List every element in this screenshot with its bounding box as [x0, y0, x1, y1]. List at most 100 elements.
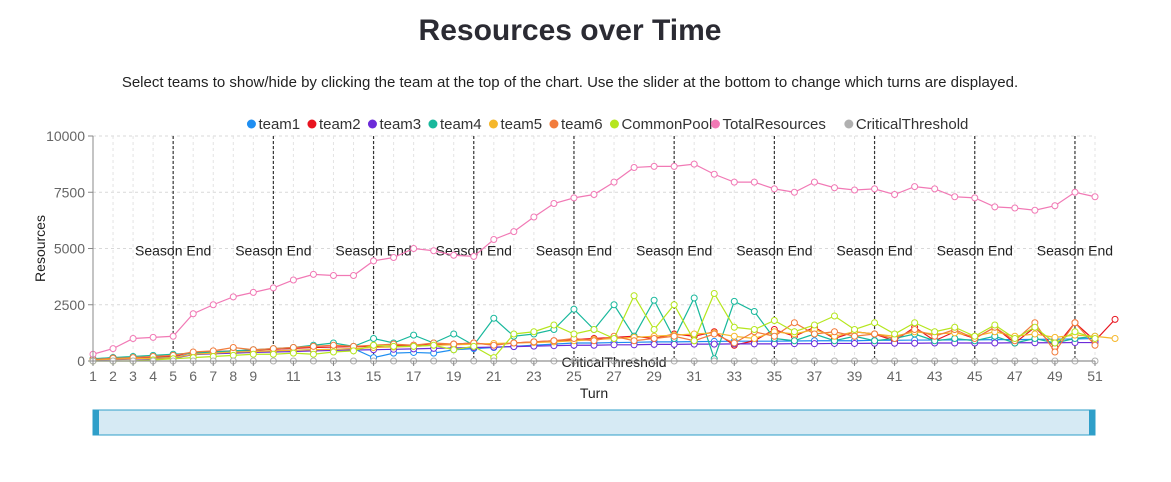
- data-point-team3: [911, 339, 919, 347]
- legend-label-TotalResources: TotalResources: [722, 116, 825, 133]
- data-point-team4: [490, 314, 498, 322]
- y-tick-label: 7500: [54, 184, 85, 200]
- data-point-team3: [710, 340, 718, 348]
- x-tick-label: 49: [1047, 368, 1063, 384]
- data-point-team5: [730, 332, 738, 340]
- data-point-team6: [830, 328, 838, 336]
- legend-item-team4[interactable]: team4: [428, 116, 482, 133]
- season-end-label: Season End: [736, 242, 812, 258]
- data-point-team6: [1091, 341, 1099, 349]
- x-tick-label: 33: [726, 368, 742, 384]
- legend-item-CommonPool[interactable]: CommonPool: [609, 116, 712, 133]
- slider-right-handle[interactable]: [1089, 410, 1095, 435]
- x-tick-label: 17: [406, 368, 422, 384]
- legend-marker-team3: [367, 119, 377, 129]
- data-point-CommonPool: [991, 321, 999, 329]
- data-point-CommonPool: [430, 341, 438, 349]
- legend-item-team3[interactable]: team3: [367, 116, 421, 133]
- y-tick-label: 2500: [54, 297, 85, 313]
- legend-marker-team4: [428, 119, 438, 129]
- data-point-team6: [810, 330, 818, 338]
- data-point-TotalResources: [991, 203, 999, 211]
- season-end-label: Season End: [937, 242, 1013, 258]
- legend-item-CriticalThreshold[interactable]: CriticalThreshold: [844, 116, 968, 133]
- data-point-CommonPool: [350, 347, 358, 355]
- season-markers: Season End Season End Season End Season End…: [135, 136, 1113, 361]
- data-point-team4: [570, 305, 578, 313]
- legend-label-team2: team2: [319, 116, 361, 133]
- data-point-team5: [750, 335, 758, 342]
- data-point-TotalResources: [109, 345, 117, 353]
- data-point-CommonPool: [590, 326, 598, 333]
- x-tick-label: 9: [249, 368, 257, 384]
- data-point-TotalResources: [350, 272, 358, 279]
- data-point-TotalResources: [289, 276, 297, 284]
- data-point-CommonPool: [750, 326, 758, 333]
- data-point-CommonPool: [329, 348, 337, 356]
- x-tick-label: 8: [229, 368, 237, 384]
- data-point-CommonPool: [570, 330, 578, 338]
- data-point-TotalResources: [510, 228, 518, 236]
- data-point-team4: [370, 335, 378, 342]
- data-point-team6: [590, 337, 598, 345]
- data-point-TotalResources: [851, 186, 859, 194]
- x-tick-label: 19: [446, 368, 462, 384]
- data-point-team6: [911, 326, 919, 333]
- legend-item-team2[interactable]: team2: [307, 116, 361, 133]
- season-end-label: Season End: [135, 242, 211, 258]
- data-point-CommonPool: [370, 341, 378, 349]
- legend-label-CriticalThreshold: CriticalThreshold: [856, 116, 969, 133]
- data-point-team6: [710, 330, 718, 338]
- data-point-TotalResources: [550, 200, 558, 207]
- resources-chart: Season End Season End Season End Season End…: [32, 116, 1119, 436]
- data-point-team6: [790, 319, 798, 327]
- data-point-TotalResources: [790, 188, 798, 196]
- x-tick-label: 45: [967, 368, 983, 384]
- legend-item-team5[interactable]: team5: [488, 116, 542, 133]
- x-tick-label: 11: [286, 368, 301, 384]
- data-point-team5: [1111, 335, 1119, 342]
- data-point-team6: [650, 335, 658, 342]
- slider-left-handle[interactable]: [93, 410, 99, 435]
- data-point-CommonPool: [410, 342, 418, 350]
- data-point-CommonPool: [730, 323, 738, 331]
- data-point-TotalResources: [690, 160, 698, 168]
- legend-label-team3: team3: [379, 116, 421, 133]
- data-point-TotalResources: [370, 257, 378, 265]
- data-point-CommonPool: [710, 290, 718, 297]
- data-point-team6: [289, 344, 297, 351]
- legend-marker-TotalResources: [710, 119, 720, 129]
- turn-range-slider[interactable]: [92, 409, 1096, 436]
- data-point-team6: [229, 344, 237, 351]
- legend-marker-team6: [549, 119, 559, 129]
- x-tick-label: 39: [847, 368, 863, 384]
- data-point-team6: [510, 339, 518, 347]
- slider-track[interactable]: [92, 409, 1096, 436]
- data-point-team4: [690, 294, 698, 302]
- x-tick-label: 41: [887, 368, 903, 384]
- data-point-TotalResources: [530, 213, 538, 221]
- data-point-TotalResources: [670, 162, 678, 170]
- data-point-CommonPool: [269, 350, 277, 358]
- x-tick-label: 6: [189, 368, 197, 384]
- data-point-CommonPool: [790, 328, 798, 336]
- data-point-TotalResources: [1051, 202, 1059, 210]
- data-point-team6: [189, 348, 197, 356]
- x-tick-label: 1: [89, 368, 97, 384]
- legend-item-team6[interactable]: team6: [549, 116, 603, 133]
- data-point-TotalResources: [1071, 188, 1079, 196]
- data-point-CommonPool: [1091, 335, 1099, 342]
- legend-item-team1[interactable]: team1: [246, 116, 300, 133]
- data-point-TotalResources: [269, 284, 277, 292]
- data-point-CommonPool: [951, 323, 959, 331]
- season-end-label: Season End: [235, 242, 311, 258]
- data-point-CommonPool: [630, 292, 638, 300]
- data-point-team6: [209, 347, 217, 355]
- legend-label-team4: team4: [440, 116, 482, 133]
- data-point-team6: [530, 338, 538, 346]
- data-point-CommonPool: [830, 312, 838, 320]
- legend-item-TotalResources[interactable]: TotalResources: [710, 116, 826, 133]
- legend[interactable]: team1 team2 team3 team4 team5 team6 CommonPool…: [246, 116, 968, 133]
- data-point-CommonPool: [931, 328, 939, 336]
- data-point-TotalResources: [229, 293, 237, 301]
